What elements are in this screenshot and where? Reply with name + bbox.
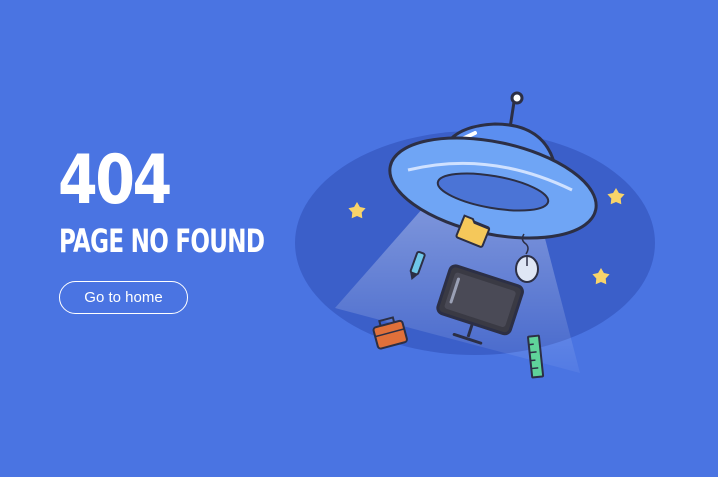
error-code: 404 xyxy=(58,141,172,220)
ufo-illustration xyxy=(295,91,655,379)
go-home-button[interactable]: Go to home xyxy=(59,281,188,314)
error-page: 404 PAGE NO FOUND Go to home xyxy=(0,0,718,477)
error-message: PAGE NO FOUND xyxy=(59,222,265,260)
